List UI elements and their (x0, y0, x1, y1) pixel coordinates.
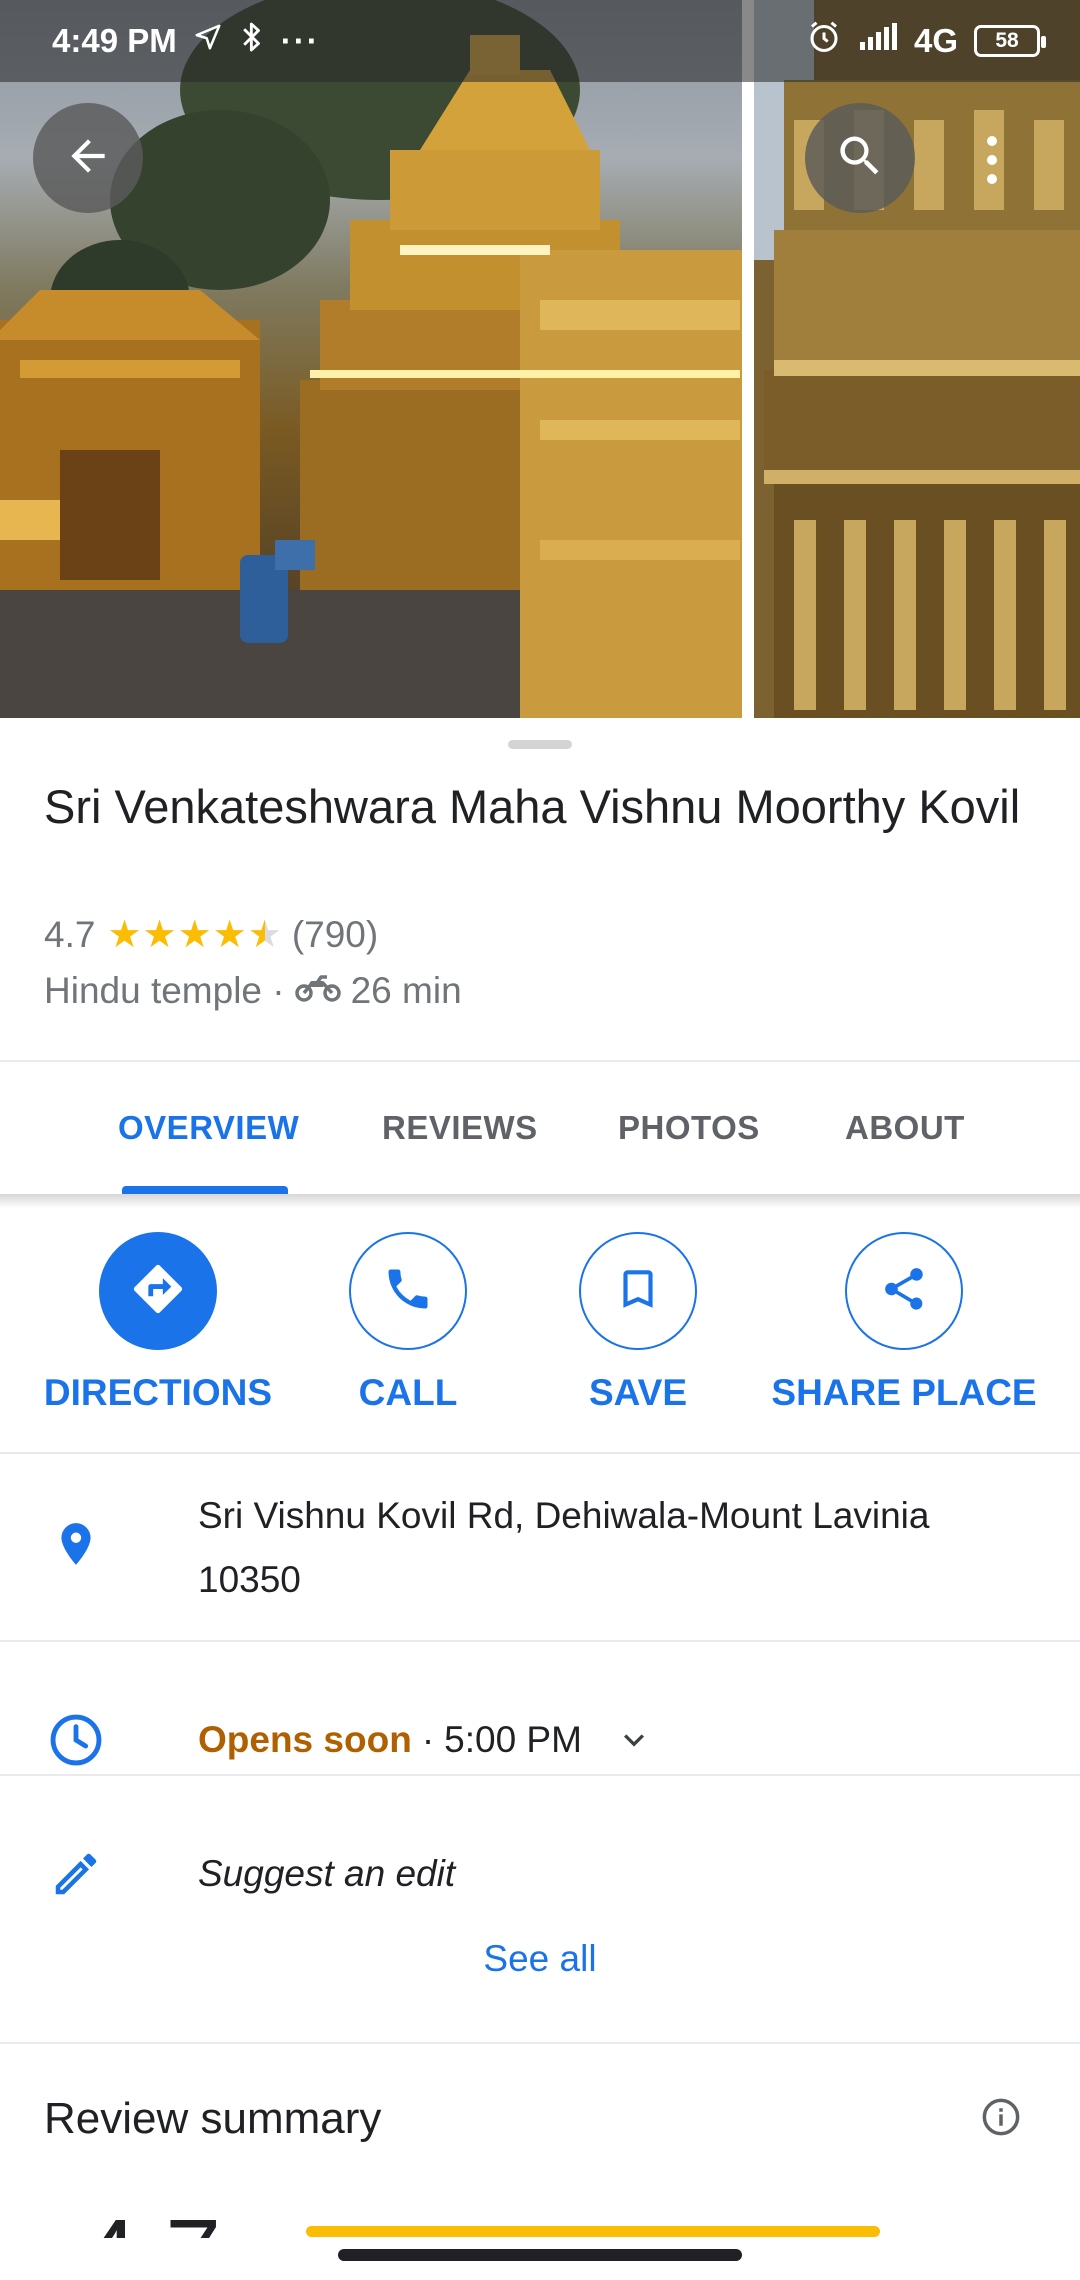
divider (0, 1774, 1080, 1776)
call-circle[interactable] (349, 1232, 467, 1350)
photo-carousel[interactable] (0, 0, 1080, 718)
half-star-icon: ★ (247, 914, 282, 956)
hours-status: Opens soon (198, 1719, 412, 1760)
place-sheet: Sri Venkateshwara Maha Vishnu Moorthy Ko… (0, 718, 1080, 2280)
hours-row[interactable]: Opens soon · 5:00 PM (198, 1708, 654, 1772)
notification-dots: ··· (280, 22, 320, 59)
hours-time: 5:00 PM (444, 1719, 582, 1760)
rating-value: 4.7 (44, 914, 96, 955)
divider (0, 1640, 1080, 1642)
location-arrow-icon (193, 22, 223, 60)
share-place-button[interactable]: SHARE PLACE (771, 1232, 1037, 1414)
see-all-link[interactable]: See all (0, 1938, 1080, 1980)
alarm-icon (806, 19, 842, 63)
directions-icon (129, 1260, 187, 1323)
save-circle[interactable] (579, 1232, 697, 1350)
battery-icon: 58 (974, 25, 1046, 57)
address-text[interactable]: Sri Vishnu Kovil Rd, Dehiwala-Mount Lavi… (198, 1484, 1028, 1612)
directions-button[interactable]: DIRECTIONS (43, 1232, 273, 1414)
search-button[interactable] (805, 103, 915, 213)
review-count: (790) (291, 914, 379, 955)
star-icon: ★ (142, 914, 177, 956)
motorcycle-icon (294, 970, 341, 1012)
phone-icon (382, 1263, 434, 1320)
tabs-shadow (0, 1194, 1080, 1208)
share-place-label: SHARE PLACE (771, 1372, 1037, 1413)
category-row: Hindu temple · 26 min (44, 970, 462, 1012)
place-title: Sri Venkateshwara Maha Vishnu Moorthy Ko… (44, 780, 1021, 833)
more-options-button[interactable] (968, 130, 1016, 190)
tab-bar: OVERVIEW REVIEWS PHOTOS ABOUT (0, 1062, 1080, 1194)
hours-separator: · (421, 1719, 435, 1760)
bluetooth-icon (239, 20, 265, 62)
chevron-down-icon[interactable] (614, 1720, 654, 1760)
call-label: CALL (358, 1372, 458, 1413)
save-button[interactable]: SAVE (548, 1232, 728, 1414)
pencil-icon (44, 1842, 108, 1906)
star-icon: ★ (107, 914, 142, 956)
tab-reviews[interactable]: REVIEWS (382, 1062, 538, 1194)
directions-circle[interactable] (99, 1232, 217, 1350)
network-type: 4G (913, 22, 958, 59)
status-time: 4:49 PM (52, 22, 177, 59)
more-dot (987, 174, 997, 184)
divider (0, 1452, 1080, 1454)
more-dot (987, 155, 997, 165)
call-button[interactable]: CALL (318, 1232, 498, 1414)
photo-gap (742, 0, 754, 718)
review-summary-title: Review summary (44, 2094, 382, 2143)
gesture-nav-bar[interactable] (338, 2249, 742, 2261)
temple-photo-2[interactable] (754, 0, 1080, 718)
review-score: 4.7 (82, 2196, 221, 2238)
more-vert-icon (987, 136, 997, 146)
clock-icon (44, 1708, 108, 1772)
share-icon (879, 1264, 929, 1319)
rating-row[interactable]: 4.7 ★ ★ ★ ★ ★ (790) (44, 914, 378, 956)
travel-time: 26 min (350, 970, 462, 1011)
star-icon: ★ (177, 914, 212, 956)
star-icon: ★ (212, 914, 247, 956)
active-tab-indicator (122, 1186, 288, 1194)
rating-stars: ★ ★ ★ ★ ★ (107, 916, 281, 954)
info-icon[interactable] (980, 2096, 1022, 2143)
divider (0, 2042, 1080, 2044)
save-label: SAVE (588, 1372, 687, 1413)
signal-icon (858, 22, 898, 60)
tab-about[interactable]: ABOUT (845, 1062, 965, 1194)
back-arrow-icon (63, 131, 113, 186)
directions-label: DIRECTIONS (43, 1372, 273, 1413)
drag-handle[interactable] (508, 740, 572, 749)
back-button[interactable] (33, 103, 143, 213)
bookmark-icon (613, 1264, 663, 1319)
tab-photos[interactable]: PHOTOS (618, 1062, 760, 1194)
rating-distribution-bar (306, 2226, 880, 2237)
location-pin-icon (44, 1512, 108, 1576)
share-circle[interactable] (845, 1232, 963, 1350)
status-bar: 4:49 PM ··· 4G 58 (0, 0, 1080, 82)
tab-overview[interactable]: OVERVIEW (118, 1062, 299, 1194)
place-category: Hindu temple · (44, 970, 285, 1011)
search-icon (834, 130, 886, 187)
suggest-edit-link[interactable]: Suggest an edit (198, 1842, 455, 1906)
